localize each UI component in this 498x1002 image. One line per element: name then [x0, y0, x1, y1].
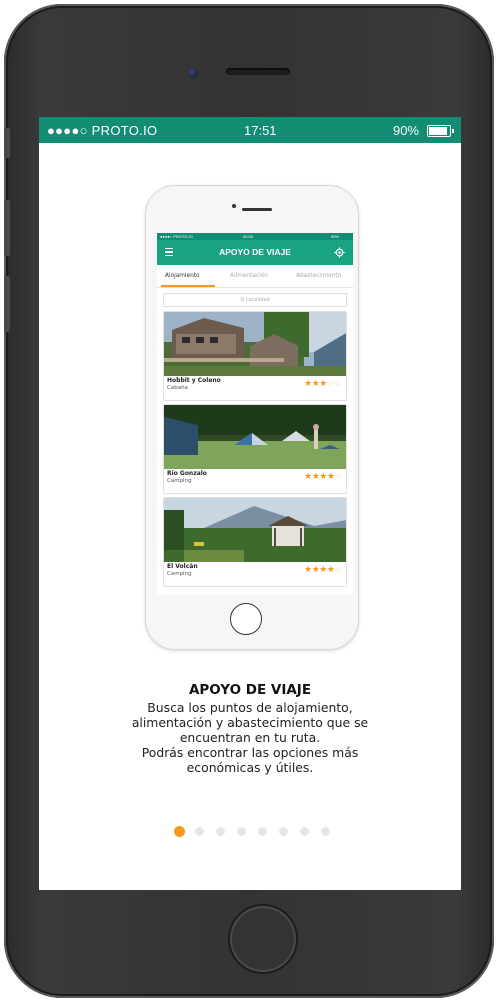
star-empty-icon: ☆: [334, 472, 342, 482]
page-dot[interactable]: [321, 827, 330, 836]
page-dot[interactable]: [279, 827, 288, 836]
volume-up-button: [4, 200, 10, 256]
description-line: encuentran en tu ruta.: [179, 730, 321, 745]
listing-name: El Volcán: [167, 563, 198, 570]
cabin-photo: [164, 312, 346, 376]
listing-name: Rio Gonzalo: [167, 470, 207, 477]
listing-card: Hobbit y Coleno Cabaña ★★★☆☆: [163, 311, 347, 401]
mute-switch: [4, 128, 10, 158]
description-line: alimentación y abastecimiento que se: [131, 715, 369, 730]
description-line: económicas y útiles.: [186, 760, 314, 775]
preview-home-button: [230, 603, 262, 635]
star-filled-icon: ★: [319, 379, 327, 389]
page-dot-active[interactable]: [174, 826, 185, 837]
listing-card: Rio Gonzalo Camping ★★★★☆: [163, 404, 347, 494]
preview-app-bar: APOYO DE VIAJE: [157, 240, 353, 265]
app-preview-phone: ●●●●○ PROTO.IO 00:00 90% APOYO DE VIAJE: [145, 185, 359, 650]
description-line: Podrás encontrar las opciones más: [141, 745, 359, 760]
preview-search-field: Q Localidad: [163, 293, 347, 307]
page-dot[interactable]: [300, 827, 309, 836]
preview-app-title: APOYO DE VIAJE: [219, 247, 291, 257]
listing-type: Camping: [167, 571, 192, 577]
home-button[interactable]: [228, 904, 298, 974]
star-filled-icon: ★: [304, 379, 312, 389]
preview-speaker: [242, 208, 272, 211]
preview-tabs: Alojamiento Alimentación Abastecimiento: [157, 265, 353, 288]
phone-frame: ●●●●○ PROTO.IO 17:51 90% ●●●●○ PROTO.IO …: [4, 4, 494, 998]
star-empty-icon: ☆: [334, 379, 342, 389]
campsite-photo: [164, 405, 346, 469]
status-time: 17:51: [244, 123, 277, 138]
battery-icon: [427, 125, 454, 137]
front-camera: [188, 68, 198, 78]
screen: ●●●●○ PROTO.IO 17:51 90% ●●●●○ PROTO.IO …: [39, 117, 461, 890]
preview-carrier: ●●●●○ PROTO.IO: [160, 234, 193, 239]
carrier-label: ●●●●○ PROTO.IO: [47, 123, 158, 138]
star-filled-icon: ★: [319, 565, 327, 575]
preview-time: 00:00: [243, 234, 254, 239]
star-empty-icon: ☆: [334, 565, 342, 575]
listing-type: Camping: [167, 478, 192, 484]
rating-stars: ★★★☆☆: [304, 379, 342, 389]
page-dot[interactable]: [195, 827, 204, 836]
star-filled-icon: ★: [304, 472, 312, 482]
listing-card: El Volcán Camping ★★★★☆: [163, 497, 347, 587]
earpiece-speaker: [226, 68, 290, 75]
listing-type: Cabaña: [167, 385, 188, 391]
tab-alojamiento: Alojamiento: [165, 273, 200, 279]
rating-stars: ★★★★☆: [304, 565, 342, 575]
volcano-camp-photo: [164, 498, 346, 562]
tab-alimentacion: Alimentación: [230, 273, 268, 279]
preview-status-bar: ●●●●○ PROTO.IO 00:00 90%: [157, 233, 353, 240]
rating-stars: ★★★★☆: [304, 472, 342, 482]
onboarding-description: Busca los puntos de alojamiento, aliment…: [99, 700, 401, 775]
star-filled-icon: ★: [319, 472, 327, 482]
preview-battery: 90%: [330, 234, 339, 239]
battery-percent: 90%: [392, 123, 419, 138]
location-target-icon: [334, 247, 345, 258]
page-dot[interactable]: [237, 827, 246, 836]
tab-abastecimiento: Abastecimiento: [296, 273, 342, 279]
star-filled-icon: ★: [304, 565, 312, 575]
description-line: Busca los puntos de alojamiento,: [147, 700, 353, 715]
page-dot[interactable]: [216, 827, 225, 836]
status-bar: ●●●●○ PROTO.IO 17:51 90%: [39, 117, 461, 143]
active-tab-indicator: [161, 285, 215, 287]
listing-name: Hobbit y Coleno: [167, 377, 221, 384]
page-dot[interactable]: [258, 827, 267, 836]
app-preview-screen: ●●●●○ PROTO.IO 00:00 90% APOYO DE VIAJE: [157, 233, 353, 595]
preview-camera: [232, 204, 236, 208]
onboarding-title: APOYO DE VIAJE: [188, 682, 312, 698]
volume-down-button: [4, 276, 10, 332]
